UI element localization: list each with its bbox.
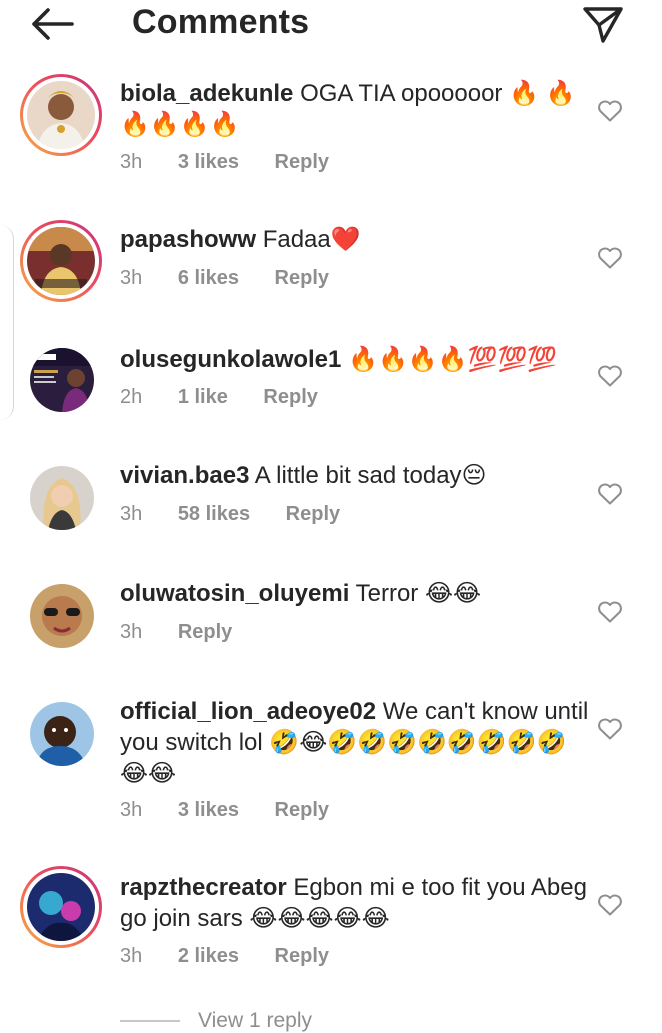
- avatar[interactable]: [20, 692, 102, 774]
- comment-time: 3h: [120, 945, 143, 967]
- comment-likes[interactable]: 3 likes: [178, 799, 239, 821]
- like-button[interactable]: [597, 364, 623, 388]
- page-title: Comments: [132, 3, 310, 41]
- paper-plane-icon: [583, 7, 623, 43]
- like-button[interactable]: [597, 600, 623, 624]
- avatar[interactable]: [20, 338, 102, 420]
- comment-text: A little bit sad today😔: [254, 462, 487, 489]
- comment-body: vivian.bae3 A little bit sad today😔: [120, 460, 590, 491]
- heart-outline-icon: [598, 601, 622, 623]
- back-button[interactable]: [28, 6, 76, 42]
- comment-meta: 3h 6 likes Reply: [120, 267, 359, 290]
- reply-button[interactable]: Reply: [275, 799, 329, 821]
- reply-button[interactable]: Reply: [275, 151, 329, 173]
- drawer-edge: [0, 225, 14, 420]
- comment-time: 3h: [120, 799, 143, 821]
- avatar[interactable]: [20, 74, 102, 156]
- comment-likes[interactable]: 2 likes: [178, 945, 239, 967]
- comment-username[interactable]: olusegunkolawole1: [120, 346, 341, 373]
- heart-outline-icon: [598, 365, 622, 387]
- reply-button[interactable]: Reply: [178, 621, 232, 643]
- comment-text: Terror 😂😂: [355, 580, 482, 607]
- share-button[interactable]: [580, 2, 626, 46]
- avatar[interactable]: [20, 574, 102, 656]
- comment-body: olusegunkolawole1 🔥🔥🔥🔥💯💯💯: [120, 344, 590, 375]
- comment-meta: 2h 1 like Reply: [120, 386, 348, 409]
- comment-username[interactable]: vivian.bae3: [120, 462, 249, 489]
- like-button[interactable]: [597, 246, 623, 270]
- comment-text: 🔥🔥🔥🔥💯💯💯: [348, 346, 558, 373]
- comment-time: 3h: [120, 151, 143, 173]
- heart-outline-icon: [598, 718, 622, 740]
- comment-body: official_lion_adeoye02 We can't know unt…: [120, 696, 590, 789]
- comments-header: Comments: [0, 0, 662, 48]
- view-replies-button[interactable]: View 1 reply: [120, 1006, 312, 1033]
- comment-body: oluwatosin_oluyemi Terror 😂😂: [120, 578, 590, 609]
- comment-meta: 3h 58 likes Reply: [120, 503, 370, 526]
- comment-text: Fadaa❤️: [262, 226, 361, 253]
- comment-username[interactable]: official_lion_adeoye02: [120, 698, 376, 725]
- like-button[interactable]: [597, 717, 623, 741]
- reply-button[interactable]: Reply: [263, 386, 317, 408]
- arrow-left-icon: [32, 8, 74, 40]
- avatar[interactable]: [20, 220, 102, 302]
- divider: [120, 1020, 180, 1022]
- like-button[interactable]: [597, 482, 623, 506]
- comment-username[interactable]: oluwatosin_oluyemi: [120, 580, 349, 607]
- comment-likes[interactable]: 6 likes: [178, 267, 239, 289]
- comment-username[interactable]: biola_adekunle: [120, 80, 293, 107]
- comment-meta: 3h 2 likes Reply: [120, 945, 359, 968]
- reply-button[interactable]: Reply: [275, 945, 329, 967]
- comment-time: 3h: [120, 267, 143, 289]
- like-button[interactable]: [597, 99, 623, 123]
- heart-outline-icon: [598, 483, 622, 505]
- comment-username[interactable]: papashoww: [120, 226, 256, 253]
- like-button[interactable]: [597, 893, 623, 917]
- comment-likes[interactable]: 58 likes: [178, 503, 250, 525]
- comment-username[interactable]: rapzthecreator: [120, 874, 287, 901]
- comment-time: 2h: [120, 386, 143, 408]
- comment-body: biola_adekunle OGA TIA opooooor 🔥 🔥🔥🔥🔥🔥: [120, 78, 590, 140]
- comment-body: rapzthecreator Egbon mi e too fit you Ab…: [120, 872, 590, 934]
- reply-button[interactable]: Reply: [286, 503, 340, 525]
- avatar[interactable]: [20, 456, 102, 538]
- comment-body: papashoww Fadaa❤️: [120, 224, 590, 255]
- reply-button[interactable]: Reply: [275, 267, 329, 289]
- heart-outline-icon: [598, 100, 622, 122]
- avatar[interactable]: [20, 866, 102, 948]
- heart-outline-icon: [598, 247, 622, 269]
- comment-meta: 3h 3 likes Reply: [120, 151, 359, 174]
- comment-meta: 3h 3 likes Reply: [120, 799, 359, 822]
- view-replies-label: View 1 reply: [198, 1009, 313, 1032]
- comment-likes[interactable]: 3 likes: [178, 151, 239, 173]
- comment-meta: 3h Reply: [120, 621, 262, 644]
- comment-time: 3h: [120, 621, 143, 643]
- heart-outline-icon: [598, 894, 622, 916]
- comment-likes[interactable]: 1 like: [178, 386, 228, 408]
- comment-time: 3h: [120, 503, 143, 525]
